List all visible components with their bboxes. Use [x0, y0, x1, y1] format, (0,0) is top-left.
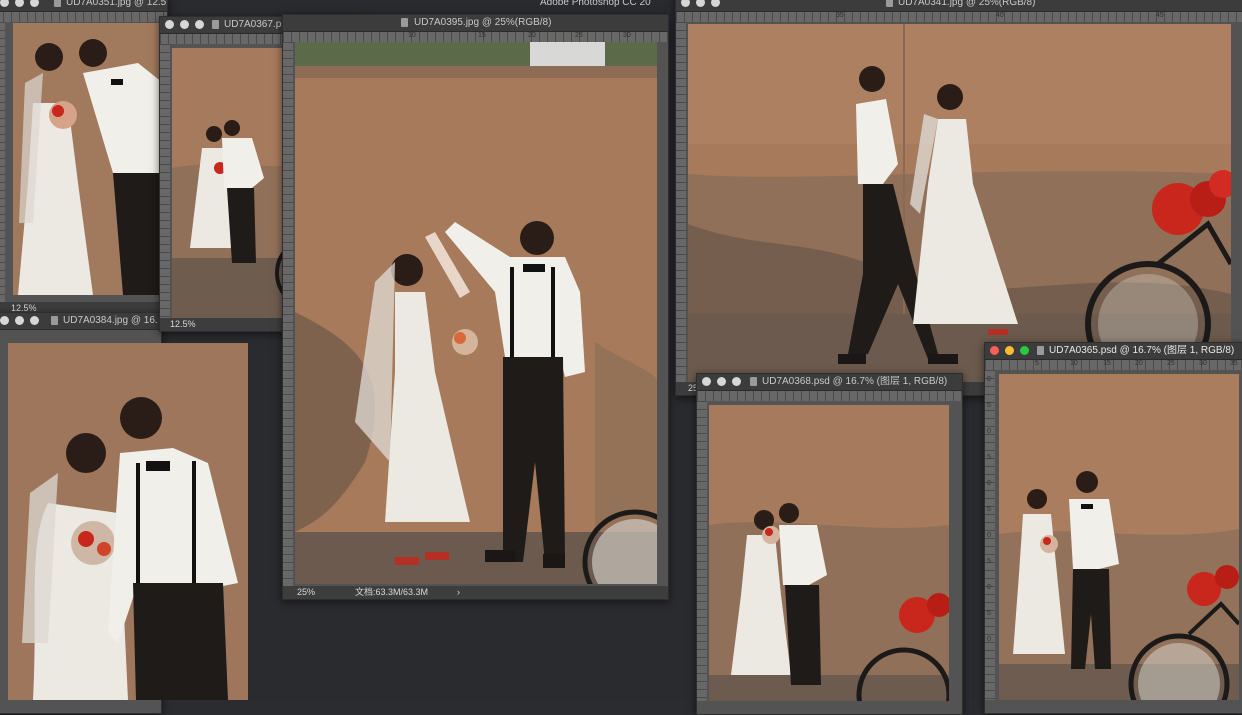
close-dot-icon[interactable]: [0, 0, 9, 7]
window-titlebar[interactable]: UD7A0395.jpg @ 25%(RGB/8): [283, 15, 668, 32]
close-dot-icon[interactable]: [0, 316, 9, 325]
traffic-lights: [0, 316, 45, 334]
ruler-tick: 5: [987, 610, 991, 617]
document-icon: [212, 20, 219, 29]
status-bar: 25% 文档:63.3M/63.3M ›: [283, 586, 668, 599]
ruler-tick: 45: [1156, 12, 1164, 19]
window-title: UD7A0395.jpg @ 25%(RGB/8): [414, 17, 552, 28]
window-title: UD7A0384.jpg @ 16.: [63, 315, 158, 326]
zoom-dot-icon[interactable]: [195, 20, 204, 29]
chevron-right-icon[interactable]: ›: [457, 586, 460, 599]
minimize-dot-icon[interactable]: [717, 377, 726, 386]
document-canvas[interactable]: [995, 370, 1242, 700]
zoom-dot-icon[interactable]: [732, 377, 741, 386]
vertical-ruler: [160, 44, 170, 318]
ruler-tick: 10: [408, 32, 416, 39]
wedding-photo: [709, 405, 949, 701]
ruler-tick: 30: [1199, 360, 1207, 367]
document-canvas[interactable]: [707, 401, 962, 701]
ruler-tick: 0: [987, 376, 991, 383]
document-info: 文档:63.3M/63.3M: [355, 587, 429, 597]
ruler-tick: 35: [836, 12, 844, 19]
desktop: Adobe Photoshop CC 20 UD7A0341.jpg @ 25%…: [0, 0, 1242, 715]
ruler-tick: 5: [1035, 360, 1039, 367]
minimize-dot-icon[interactable]: [15, 0, 24, 7]
ruler-tick: 20: [528, 32, 536, 39]
ruler-tick: 25: [1167, 360, 1175, 367]
close-dot-icon[interactable]: [702, 377, 711, 386]
window-title: UD7A0365.psd @ 16.7% (图层 1, RGB/8): [1049, 345, 1235, 356]
ruler-tick: 5: [987, 558, 991, 565]
horizontal-ruler: 35 40 45: [676, 12, 1242, 22]
document-window-ud7a0395[interactable]: UD7A0395.jpg @ 25%(RGB/8) 10 15 20 25 30: [282, 14, 669, 600]
document-canvas[interactable]: [686, 22, 1242, 382]
horizontal-ruler: [0, 12, 167, 22]
document-icon: [1037, 346, 1044, 355]
document-window-ud7a0365[interactable]: UD7A0365.psd @ 16.7% (图层 1, RGB/8) 5 10 …: [984, 342, 1242, 714]
window-titlebar[interactable]: UD7A0351.jpg @ 12.5%(RGB...: [0, 0, 167, 12]
horizontal-ruler: 10 15 20 25 30: [283, 32, 668, 42]
document-canvas[interactable]: [5, 22, 167, 302]
window-title: UD7A0341.jpg @ 25%(RGB/8): [898, 0, 1036, 8]
ruler-tick: 5: [987, 506, 991, 513]
zoom-level[interactable]: 12.5%: [170, 318, 196, 331]
ruler-tick: 15: [478, 32, 486, 39]
document-window-ud7a0351[interactable]: UD7A0351.jpg @ 12.5%(RGB...: [0, 0, 168, 316]
zoom-dot-icon[interactable]: [30, 316, 39, 325]
ruler-tick: 15: [1103, 360, 1111, 367]
window-titlebar[interactable]: UD7A0365.psd @ 16.7% (图层 1, RGB/8): [985, 343, 1242, 360]
ruler-tick: 0: [987, 428, 991, 435]
ruler-tick: 0: [987, 480, 991, 487]
ruler-tick: 25: [575, 32, 583, 39]
window-titlebar[interactable]: UD7A0341.jpg @ 25%(RGB/8): [676, 0, 1242, 12]
vertical-ruler: 0 5 0 5 0 5 0 5 0 5 0: [985, 370, 995, 700]
ruler-tick: 10: [1070, 360, 1078, 367]
minimize-dot-icon[interactable]: [1005, 346, 1014, 355]
minimize-dot-icon[interactable]: [180, 20, 189, 29]
wedding-photo: [13, 23, 163, 295]
horizontal-ruler: 5 10 15 20 25 30 35: [985, 360, 1242, 370]
document-icon: [401, 18, 408, 27]
minimize-dot-icon[interactable]: [15, 316, 24, 325]
window-title: UD7A0368.psd @ 16.7% (图层 1, RGB/8): [762, 376, 948, 387]
vertical-ruler: [697, 401, 707, 701]
ruler-tick: 30: [623, 32, 631, 39]
document-icon: [51, 316, 58, 325]
document-icon: [886, 0, 893, 7]
zoom-dot-icon[interactable]: [30, 0, 39, 7]
ruler-tick: 20: [1135, 360, 1143, 367]
document-icon: [750, 377, 757, 386]
ruler-tick: 5: [987, 402, 991, 409]
wedding-photo: [999, 374, 1239, 700]
document-window-ud7a0368[interactable]: UD7A0368.psd @ 16.7% (图层 1, RGB/8): [696, 373, 963, 715]
wedding-photo: [295, 42, 657, 584]
ruler-tick: 5: [987, 454, 991, 461]
ruler-tick: 0: [987, 532, 991, 539]
document-icon: [54, 0, 61, 7]
zoom-dot-icon[interactable]: [711, 0, 720, 7]
wedding-photo-ud7a0384: [8, 343, 248, 700]
zoom-dot-icon[interactable]: [1020, 346, 1029, 355]
ruler-tick: 35: [1230, 360, 1238, 367]
window-titlebar[interactable]: UD7A0368.psd @ 16.7% (图层 1, RGB/8): [697, 374, 962, 391]
vertical-ruler: [676, 22, 686, 382]
vertical-ruler: [283, 42, 293, 586]
document-canvas[interactable]: [293, 42, 668, 586]
close-dot-icon[interactable]: [990, 346, 999, 355]
app-title: Adobe Photoshop CC 20: [540, 0, 651, 8]
ruler-tick: 0: [987, 584, 991, 591]
ruler-tick: 40: [996, 12, 1004, 19]
zoom-level[interactable]: 25%: [297, 586, 315, 599]
document-window-ud7a0341[interactable]: UD7A0341.jpg @ 25%(RGB/8) 35 40 45 25: [675, 0, 1242, 396]
window-titlebar[interactable]: UD7A0384.jpg @ 16.: [0, 313, 161, 330]
horizontal-ruler: [697, 391, 962, 401]
close-dot-icon[interactable]: [165, 20, 174, 29]
window-title: UD7A0351.jpg @ 12.5%(RGB...: [66, 0, 166, 8]
ruler-tick: 0: [987, 636, 991, 643]
wedding-photo: [688, 24, 1231, 382]
